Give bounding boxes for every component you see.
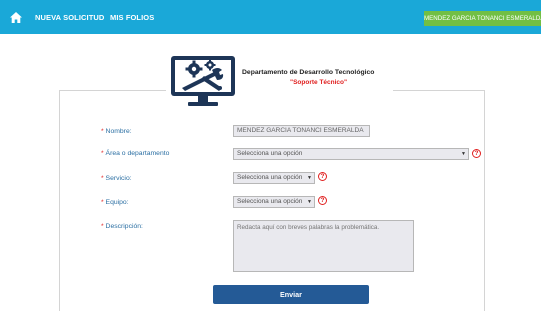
nombre-field[interactable]: MENDEZ GARCIA TONANCI ESMERALDA [233, 125, 370, 137]
equipo-label: * Equipo: [101, 199, 129, 206]
user-name-badge[interactable]: MENDEZ GARCIA TONANCI ESMERALDA [424, 11, 541, 26]
dropdown-caret-icon: ▼ [461, 151, 466, 157]
top-navbar: NUEVA SOLICITUD MIS FOLIOS MENDEZ GARCIA… [0, 0, 541, 34]
frame-top-left-line [59, 90, 166, 91]
servicio-select[interactable]: Selecciona una opción ▼ [233, 172, 315, 184]
department-subtitle: "Soporte Técnico" [290, 79, 348, 86]
enviar-button[interactable]: Enviar [213, 285, 369, 304]
dropdown-caret-icon: ▼ [307, 199, 312, 205]
equipo-select[interactable]: Selecciona una opción ▼ [233, 196, 315, 208]
dropdown-caret-icon: ▼ [307, 175, 312, 181]
monitor-gears-tools-icon [171, 56, 235, 106]
frame-left-line [59, 90, 60, 311]
area-select[interactable]: Selecciona una opción ▼ [233, 148, 469, 160]
nav-nueva-solicitud[interactable]: NUEVA SOLICITUD [35, 13, 104, 22]
department-title: Departamento de Desarrollo Tecnológico [242, 69, 375, 76]
servicio-label: * Servicio: [101, 175, 132, 182]
area-label: * Área o departamento [101, 150, 170, 157]
descripcion-textarea[interactable] [233, 220, 414, 272]
home-icon[interactable] [10, 12, 22, 23]
frame-top-right-line [393, 90, 485, 91]
frame-right-line [484, 90, 485, 311]
help-icon[interactable]: ? [472, 149, 481, 158]
help-icon[interactable]: ? [318, 172, 327, 181]
nav-mis-folios[interactable]: MIS FOLIOS [110, 13, 154, 22]
help-icon[interactable]: ? [318, 196, 327, 205]
descripcion-label: * Descripción: [101, 223, 143, 230]
nombre-label: * Nombre: [101, 128, 132, 135]
